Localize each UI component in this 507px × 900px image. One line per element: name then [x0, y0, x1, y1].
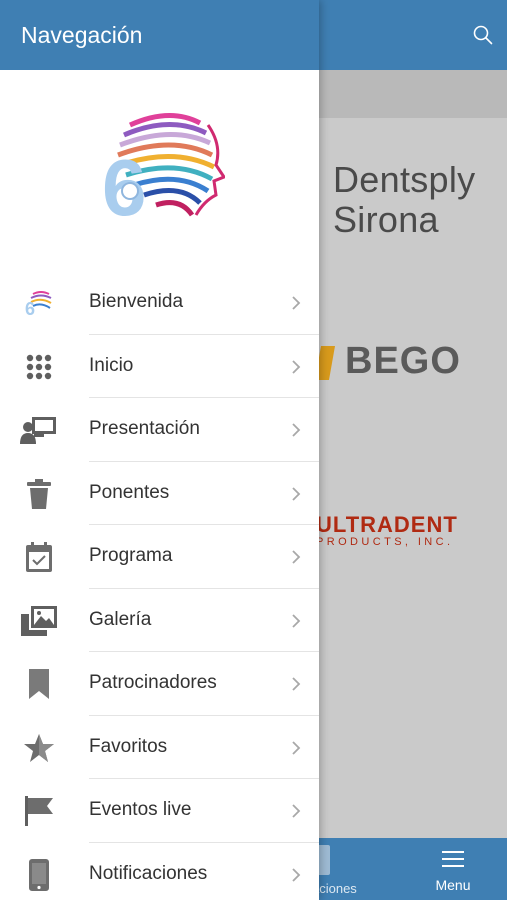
grid-icon: [20, 351, 58, 383]
sponsor-name-line2: Sirona: [333, 199, 439, 240]
drawer-title: Navegación: [21, 22, 143, 48]
chevron-right-icon: [292, 804, 301, 818]
menu-item-patrocinadores[interactable]: Patrocinadores: [0, 652, 319, 716]
menu-item-favoritos[interactable]: Favoritos: [0, 716, 319, 779]
menu-item-programa[interactable]: Programa: [0, 525, 319, 589]
chevron-right-icon: [292, 550, 301, 564]
tab-menu[interactable]: Menu: [418, 845, 488, 897]
sponsor-name-line1: Dentsply: [333, 159, 476, 200]
sponsor-logo-dentsply-sirona[interactable]: Dentsply Sirona: [333, 160, 475, 240]
menu-item-label: Ponentes: [89, 481, 170, 503]
presentation-icon: [20, 414, 58, 446]
svg-text:6: 6: [102, 143, 147, 225]
calendar-icon: [20, 541, 58, 573]
event-logo-icon: 6: [102, 112, 225, 225]
menu-item-eventos-live[interactable]: Eventos live: [0, 779, 319, 843]
menu-item-notificaciones[interactable]: Notificaciones: [0, 843, 319, 900]
menu-item-label: Presentación: [89, 418, 200, 439]
menu-item-galeria[interactable]: Galería: [0, 589, 319, 652]
drawer-header: Navegación: [0, 0, 319, 70]
menu-item-label: Inicio: [89, 354, 134, 376]
sponsor-name: BEGO: [345, 340, 461, 382]
menu-item-ponentes[interactable]: Ponentes: [0, 462, 319, 525]
sponsor-subtitle: PRODUCTS, INC.: [316, 536, 454, 548]
phone-icon: [20, 858, 58, 891]
sponsor-logo-ultradent[interactable]: ULTRADENT PRODUCTS, INC.: [316, 512, 458, 549]
menu-item-label: Eventos live: [89, 799, 192, 820]
navigation-drawer: Navegación 6 6 Bienvenida Inicio Present…: [0, 0, 319, 900]
chevron-right-icon: [292, 423, 301, 437]
chevron-right-icon: [292, 740, 301, 755]
trash-icon: [20, 478, 58, 510]
menu-item-label: Programa: [89, 545, 173, 566]
flag-icon: [20, 795, 58, 827]
drawer-menu: 6 Bienvenida Inicio Presentación Ponente…: [0, 271, 319, 900]
gallery-icon: [20, 605, 58, 637]
chevron-right-icon: [292, 486, 301, 501]
chevron-right-icon: [292, 359, 301, 374]
menu-item-label: Patrocinadores: [89, 672, 217, 693]
hamburger-icon: [442, 851, 464, 867]
tab-label: Menu: [435, 877, 471, 893]
menu-item-label: Notificaciones: [89, 862, 208, 884]
event-logo-icon: 6: [20, 287, 58, 319]
bookmark-icon: [20, 668, 58, 700]
sponsor-name: ULTRADENT: [316, 512, 458, 537]
menu-item-presentacion[interactable]: Presentación: [0, 398, 319, 462]
chevron-right-icon: [292, 613, 301, 628]
star-icon: [20, 732, 58, 764]
tab-notificaciones[interactable]: aciones: [312, 845, 402, 897]
menu-item-label: Galería: [89, 608, 152, 630]
chevron-right-icon: [292, 677, 301, 691]
search-icon[interactable]: [472, 24, 494, 46]
menu-item-label: Bienvenida: [89, 291, 184, 312]
menu-item-inicio[interactable]: Inicio: [0, 335, 319, 398]
menu-item-label: Favoritos: [89, 735, 168, 757]
chevron-right-icon: [292, 296, 301, 310]
svg-text:6: 6: [25, 299, 35, 316]
menu-item-bienvenida[interactable]: 6 Bienvenida: [0, 271, 319, 335]
chevron-right-icon: [292, 867, 301, 882]
